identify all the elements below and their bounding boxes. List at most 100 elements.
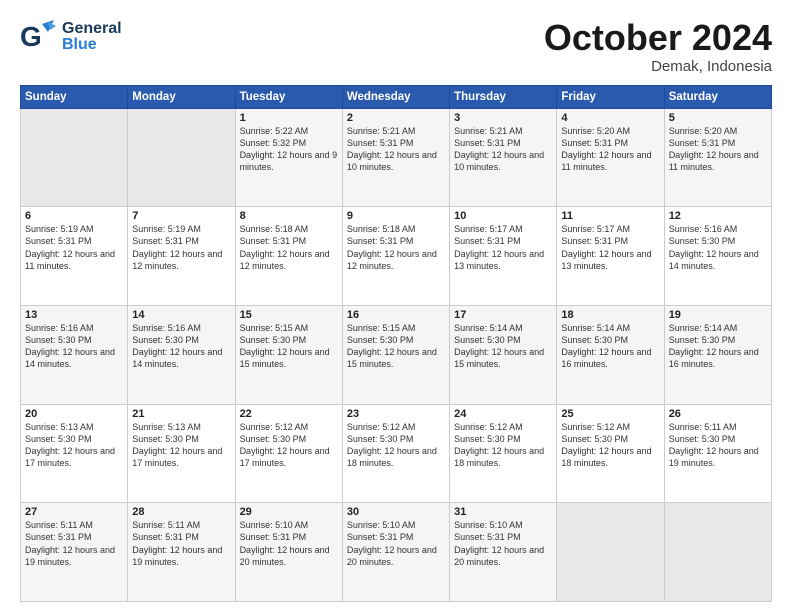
table-row: 19 Sunrise: 5:14 AMSunset: 5:30 PMDaylig… [664,305,771,404]
table-row: 10 Sunrise: 5:17 AMSunset: 5:31 PMDaylig… [450,207,557,306]
day-info: Sunrise: 5:13 AMSunset: 5:30 PMDaylight:… [25,421,123,470]
day-info: Sunrise: 5:13 AMSunset: 5:30 PMDaylight:… [132,421,230,470]
page: G General Blue October 2024 Demak, Indon… [0,0,792,612]
table-row: 7 Sunrise: 5:19 AMSunset: 5:31 PMDayligh… [128,207,235,306]
day-info: Sunrise: 5:10 AMSunset: 5:31 PMDaylight:… [240,519,338,568]
calendar-week-row: 20 Sunrise: 5:13 AMSunset: 5:30 PMDaylig… [21,404,772,503]
calendar-table: Sunday Monday Tuesday Wednesday Thursday… [20,85,772,602]
calendar-week-row: 1 Sunrise: 5:22 AMSunset: 5:32 PMDayligh… [21,108,772,207]
day-number: 28 [132,506,230,518]
day-number: 5 [669,112,767,124]
table-row: 25 Sunrise: 5:12 AMSunset: 5:30 PMDaylig… [557,404,664,503]
table-row [664,503,771,602]
day-number: 21 [132,408,230,420]
day-info: Sunrise: 5:12 AMSunset: 5:30 PMDaylight:… [240,421,338,470]
table-row: 1 Sunrise: 5:22 AMSunset: 5:32 PMDayligh… [235,108,342,207]
day-number: 16 [347,309,445,321]
day-info: Sunrise: 5:21 AMSunset: 5:31 PMDaylight:… [347,125,445,174]
day-info: Sunrise: 5:19 AMSunset: 5:31 PMDaylight:… [25,223,123,272]
day-number: 13 [25,309,123,321]
day-info: Sunrise: 5:12 AMSunset: 5:30 PMDaylight:… [454,421,552,470]
table-row: 14 Sunrise: 5:16 AMSunset: 5:30 PMDaylig… [128,305,235,404]
day-number: 29 [240,506,338,518]
day-info: Sunrise: 5:10 AMSunset: 5:31 PMDaylight:… [347,519,445,568]
logo-text: General Blue [62,21,122,53]
table-row: 24 Sunrise: 5:12 AMSunset: 5:30 PMDaylig… [450,404,557,503]
day-info: Sunrise: 5:16 AMSunset: 5:30 PMDaylight:… [132,322,230,371]
day-info: Sunrise: 5:20 AMSunset: 5:31 PMDaylight:… [669,125,767,174]
day-number: 19 [669,309,767,321]
day-number: 11 [561,210,659,222]
month-title: October 2024 [544,18,772,58]
day-number: 27 [25,506,123,518]
location: Demak, Indonesia [544,58,772,75]
table-row: 22 Sunrise: 5:12 AMSunset: 5:30 PMDaylig… [235,404,342,503]
table-row: 27 Sunrise: 5:11 AMSunset: 5:31 PMDaylig… [21,503,128,602]
day-info: Sunrise: 5:17 AMSunset: 5:31 PMDaylight:… [561,223,659,272]
day-info: Sunrise: 5:12 AMSunset: 5:30 PMDaylight:… [561,421,659,470]
table-row: 5 Sunrise: 5:20 AMSunset: 5:31 PMDayligh… [664,108,771,207]
day-info: Sunrise: 5:15 AMSunset: 5:30 PMDaylight:… [240,322,338,371]
day-number: 6 [25,210,123,222]
day-info: Sunrise: 5:11 AMSunset: 5:31 PMDaylight:… [132,519,230,568]
day-number: 23 [347,408,445,420]
day-info: Sunrise: 5:14 AMSunset: 5:30 PMDaylight:… [669,322,767,371]
day-info: Sunrise: 5:18 AMSunset: 5:31 PMDaylight:… [347,223,445,272]
day-info: Sunrise: 5:16 AMSunset: 5:30 PMDaylight:… [25,322,123,371]
table-row: 16 Sunrise: 5:15 AMSunset: 5:30 PMDaylig… [342,305,449,404]
logo-bird-icon: G [20,18,58,56]
table-row: 11 Sunrise: 5:17 AMSunset: 5:31 PMDaylig… [557,207,664,306]
header-saturday: Saturday [664,85,771,108]
day-info: Sunrise: 5:19 AMSunset: 5:31 PMDaylight:… [132,223,230,272]
table-row: 20 Sunrise: 5:13 AMSunset: 5:30 PMDaylig… [21,404,128,503]
table-row: 4 Sunrise: 5:20 AMSunset: 5:31 PMDayligh… [557,108,664,207]
day-number: 3 [454,112,552,124]
table-row: 31 Sunrise: 5:10 AMSunset: 5:31 PMDaylig… [450,503,557,602]
day-number: 20 [25,408,123,420]
day-number: 22 [240,408,338,420]
day-number: 25 [561,408,659,420]
day-info: Sunrise: 5:11 AMSunset: 5:30 PMDaylight:… [669,421,767,470]
calendar-week-row: 6 Sunrise: 5:19 AMSunset: 5:31 PMDayligh… [21,207,772,306]
header-wednesday: Wednesday [342,85,449,108]
table-row: 23 Sunrise: 5:12 AMSunset: 5:30 PMDaylig… [342,404,449,503]
calendar-week-row: 27 Sunrise: 5:11 AMSunset: 5:31 PMDaylig… [21,503,772,602]
day-number: 18 [561,309,659,321]
table-row: 28 Sunrise: 5:11 AMSunset: 5:31 PMDaylig… [128,503,235,602]
day-info: Sunrise: 5:16 AMSunset: 5:30 PMDaylight:… [669,223,767,272]
weekday-header-row: Sunday Monday Tuesday Wednesday Thursday… [21,85,772,108]
day-number: 14 [132,309,230,321]
logo: G General Blue [20,18,122,56]
table-row [128,108,235,207]
table-row: 17 Sunrise: 5:14 AMSunset: 5:30 PMDaylig… [450,305,557,404]
day-number: 24 [454,408,552,420]
table-row [21,108,128,207]
day-info: Sunrise: 5:18 AMSunset: 5:31 PMDaylight:… [240,223,338,272]
day-number: 30 [347,506,445,518]
title-block: October 2024 Demak, Indonesia [544,18,772,75]
day-info: Sunrise: 5:14 AMSunset: 5:30 PMDaylight:… [561,322,659,371]
day-info: Sunrise: 5:21 AMSunset: 5:31 PMDaylight:… [454,125,552,174]
day-number: 9 [347,210,445,222]
day-info: Sunrise: 5:14 AMSunset: 5:30 PMDaylight:… [454,322,552,371]
day-number: 26 [669,408,767,420]
table-row: 6 Sunrise: 5:19 AMSunset: 5:31 PMDayligh… [21,207,128,306]
day-info: Sunrise: 5:10 AMSunset: 5:31 PMDaylight:… [454,519,552,568]
table-row: 21 Sunrise: 5:13 AMSunset: 5:30 PMDaylig… [128,404,235,503]
day-info: Sunrise: 5:12 AMSunset: 5:30 PMDaylight:… [347,421,445,470]
header-monday: Monday [128,85,235,108]
day-number: 10 [454,210,552,222]
svg-text:G: G [20,21,42,52]
header-tuesday: Tuesday [235,85,342,108]
table-row: 2 Sunrise: 5:21 AMSunset: 5:31 PMDayligh… [342,108,449,207]
table-row: 18 Sunrise: 5:14 AMSunset: 5:30 PMDaylig… [557,305,664,404]
day-number: 1 [240,112,338,124]
day-number: 2 [347,112,445,124]
table-row: 30 Sunrise: 5:10 AMSunset: 5:31 PMDaylig… [342,503,449,602]
table-row: 8 Sunrise: 5:18 AMSunset: 5:31 PMDayligh… [235,207,342,306]
table-row: 3 Sunrise: 5:21 AMSunset: 5:31 PMDayligh… [450,108,557,207]
header: G General Blue October 2024 Demak, Indon… [20,18,772,75]
table-row [557,503,664,602]
table-row: 12 Sunrise: 5:16 AMSunset: 5:30 PMDaylig… [664,207,771,306]
logo-general: General [62,21,122,37]
